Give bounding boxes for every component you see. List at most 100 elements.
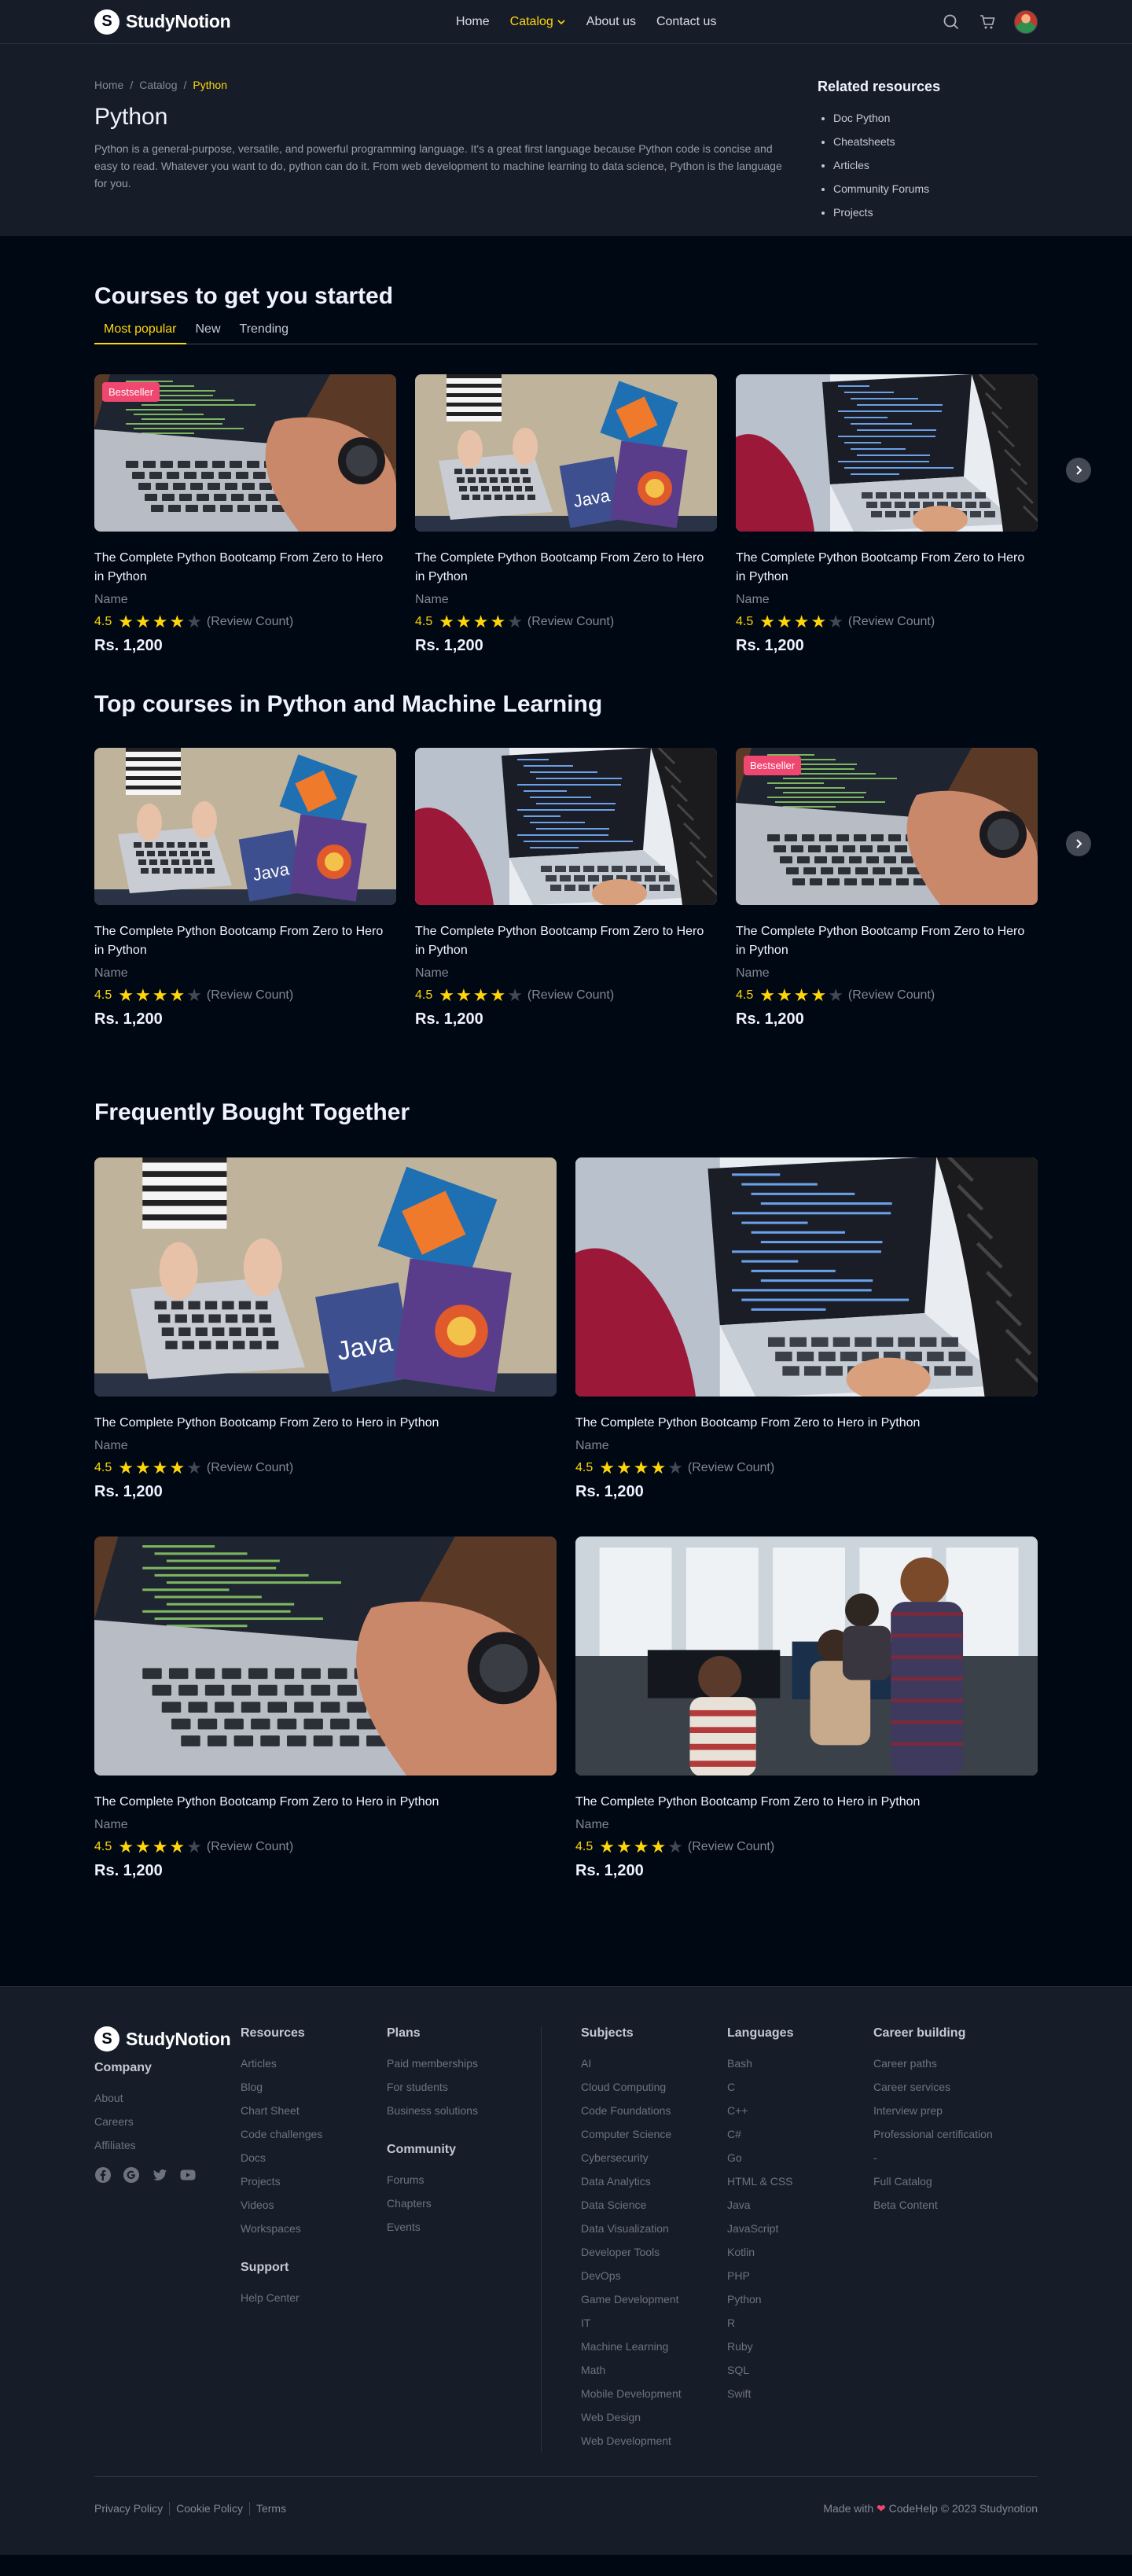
footer-link[interactable]: Developer Tools: [581, 2240, 727, 2264]
related-link-articles[interactable]: Articles: [833, 153, 1038, 177]
search-icon[interactable]: [942, 13, 961, 31]
footer-link[interactable]: For students: [387, 2075, 533, 2099]
footer-link[interactable]: Beta Content: [873, 2193, 1031, 2217]
course-card[interactable]: The Complete Python Bootcamp From Zero t…: [575, 1157, 1038, 1536]
footer-link[interactable]: Data Science: [581, 2193, 727, 2217]
footer-link[interactable]: Full Catalog: [873, 2169, 1031, 2193]
footer-link[interactable]: Web Development: [581, 2429, 727, 2453]
footer-logo[interactable]: S StudyNotion: [94, 2026, 241, 2052]
privacy-policy-link[interactable]: Privacy Policy: [94, 2502, 171, 2515]
footer-link[interactable]: Mobile Development: [581, 2382, 727, 2405]
course-title[interactable]: The Complete Python Bootcamp From Zero t…: [415, 922, 717, 960]
footer-link[interactable]: Articles: [241, 2052, 387, 2075]
course-title[interactable]: The Complete Python Bootcamp From Zero t…: [575, 1793, 1038, 1812]
footer-link[interactable]: Swift: [727, 2382, 873, 2405]
footer-link[interactable]: Cloud Computing: [581, 2075, 727, 2099]
footer-link[interactable]: Professional certification: [873, 2122, 1031, 2146]
course-thumbnail[interactable]: [575, 1536, 1038, 1776]
cart-icon[interactable]: [978, 13, 997, 31]
footer-link[interactable]: -: [873, 2146, 1031, 2169]
course-title[interactable]: The Complete Python Bootcamp From Zero t…: [415, 549, 717, 587]
course-title[interactable]: The Complete Python Bootcamp From Zero t…: [94, 549, 396, 587]
tab-new[interactable]: New: [186, 322, 230, 344]
carousel-next-button[interactable]: [1066, 458, 1091, 483]
footer-link[interactable]: Data Visualization: [581, 2217, 727, 2240]
course-card[interactable]: Bestseller The Complete Python Bootcamp …: [736, 748, 1038, 1029]
course-thumbnail[interactable]: Java: [94, 748, 396, 905]
footer-link[interactable]: IT: [581, 2311, 727, 2335]
footer-link[interactable]: Code Foundations: [581, 2099, 727, 2122]
footer-link[interactable]: Ruby: [727, 2335, 873, 2358]
footer-link[interactable]: Java: [727, 2193, 873, 2217]
cookie-policy-link[interactable]: Cookie Policy: [170, 2502, 250, 2515]
related-link-forums[interactable]: Community Forums: [833, 177, 1038, 201]
footer-link[interactable]: Math: [581, 2358, 727, 2382]
footer-link[interactable]: C++: [727, 2099, 873, 2122]
footer-link[interactable]: Projects: [241, 2169, 387, 2193]
footer-link[interactable]: Videos: [241, 2193, 387, 2217]
course-card[interactable]: The Complete Python Bootcamp From Zero t…: [575, 1536, 1038, 1915]
footer-link[interactable]: R: [727, 2311, 873, 2335]
nav-about-link[interactable]: About us: [586, 15, 636, 29]
course-title[interactable]: The Complete Python Bootcamp From Zero t…: [94, 922, 396, 960]
footer-link[interactable]: Kotlin: [727, 2240, 873, 2264]
course-title[interactable]: The Complete Python Bootcamp From Zero t…: [736, 922, 1038, 960]
footer-link[interactable]: Workspaces: [241, 2217, 387, 2240]
footer-link[interactable]: Career paths: [873, 2052, 1031, 2075]
related-link-doc[interactable]: Doc Python: [833, 106, 1038, 130]
footer-link[interactable]: Business solutions: [387, 2099, 533, 2122]
google-icon[interactable]: [123, 2166, 140, 2184]
footer-link[interactable]: Computer Science: [581, 2122, 727, 2146]
course-thumbnail[interactable]: Bestseller: [94, 374, 396, 532]
course-thumbnail[interactable]: [94, 1536, 557, 1776]
course-card[interactable]: Bestseller The Complete Python Bootcamp …: [94, 374, 396, 655]
footer-link[interactable]: Interview prep: [873, 2099, 1031, 2122]
course-card[interactable]: The Complete Python Bootcamp From Zero t…: [94, 1536, 557, 1915]
footer-link[interactable]: Events: [387, 2215, 533, 2239]
footer-link[interactable]: Forums: [387, 2168, 533, 2191]
related-link-projects[interactable]: Projects: [833, 201, 1038, 224]
footer-link[interactable]: Help Center: [241, 2286, 387, 2309]
course-title[interactable]: The Complete Python Bootcamp From Zero t…: [736, 549, 1038, 587]
footer-link[interactable]: Game Development: [581, 2287, 727, 2311]
nav-contact-link[interactable]: Contact us: [656, 15, 716, 29]
course-title[interactable]: The Complete Python Bootcamp From Zero t…: [575, 1414, 1038, 1433]
footer-link[interactable]: Python: [727, 2287, 873, 2311]
breadcrumb-catalog[interactable]: Catalog: [139, 79, 177, 91]
brand-logo[interactable]: S StudyNotion: [94, 9, 231, 35]
footer-link[interactable]: Blog: [241, 2075, 387, 2099]
footer-link[interactable]: HTML & CSS: [727, 2169, 873, 2193]
course-card[interactable]: The Complete Python Bootcamp From Zero t…: [415, 748, 717, 1029]
facebook-icon[interactable]: [94, 2166, 112, 2184]
course-title[interactable]: The Complete Python Bootcamp From Zero t…: [94, 1793, 557, 1812]
course-title[interactable]: The Complete Python Bootcamp From Zero t…: [94, 1414, 557, 1433]
course-thumbnail[interactable]: [736, 374, 1038, 532]
footer-link[interactable]: Data Analytics: [581, 2169, 727, 2193]
course-thumbnail[interactable]: [415, 748, 717, 905]
footer-link[interactable]: C#: [727, 2122, 873, 2146]
youtube-icon[interactable]: [179, 2166, 197, 2184]
course-thumbnail[interactable]: Java: [415, 374, 717, 532]
tab-most-popular[interactable]: Most popular: [94, 322, 186, 344]
footer-link[interactable]: Machine Learning: [581, 2335, 727, 2358]
breadcrumb-home[interactable]: Home: [94, 79, 123, 91]
footer-link[interactable]: Docs: [241, 2146, 387, 2169]
tab-trending[interactable]: Trending: [230, 322, 299, 344]
footer-link[interactable]: AI: [581, 2052, 727, 2075]
footer-link[interactable]: JavaScript: [727, 2217, 873, 2240]
terms-link[interactable]: Terms: [250, 2502, 292, 2515]
course-thumbnail[interactable]: Bestseller: [736, 748, 1038, 905]
course-thumbnail[interactable]: Java: [94, 1157, 557, 1397]
footer-link[interactable]: DevOps: [581, 2264, 727, 2287]
course-card[interactable]: Java The Complete Python Bootcamp From Z…: [94, 748, 396, 1029]
footer-link[interactable]: Code challenges: [241, 2122, 387, 2146]
footer-link[interactable]: Career services: [873, 2075, 1031, 2099]
related-link-cheatsheets[interactable]: Cheatsheets: [833, 130, 1038, 153]
footer-link[interactable]: Careers: [94, 2110, 241, 2133]
nav-home-link[interactable]: Home: [456, 15, 490, 29]
carousel-next-button[interactable]: [1066, 831, 1091, 856]
footer-link[interactable]: Affiliates: [94, 2133, 241, 2157]
course-card[interactable]: Java The Complete Python Bootcamp From Z…: [415, 374, 717, 655]
footer-link[interactable]: Chapters: [387, 2191, 533, 2215]
footer-link[interactable]: PHP: [727, 2264, 873, 2287]
